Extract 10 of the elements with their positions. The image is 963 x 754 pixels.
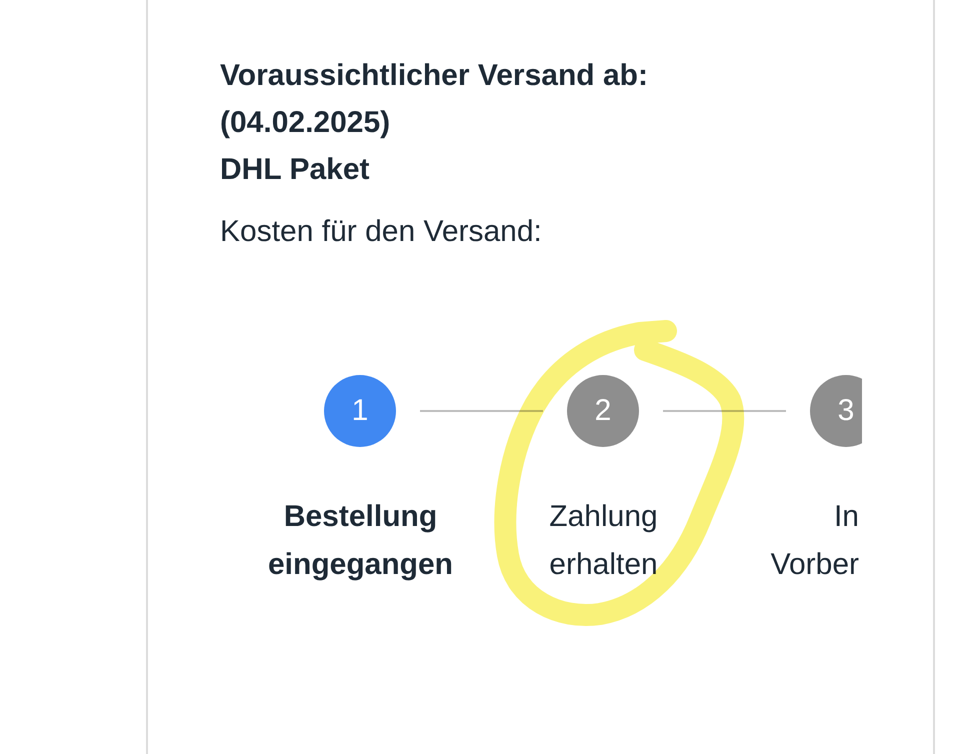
- step-number: 2: [567, 375, 639, 447]
- shipping-estimate-label: Voraussichtlicher Versand ab:: [220, 58, 648, 94]
- step-number: 3: [810, 375, 862, 447]
- carrier-name: DHL Paket: [220, 152, 370, 188]
- shipping-date: (04.02.2025): [220, 105, 390, 141]
- step-number: 1: [324, 375, 396, 447]
- step-label: In Vorber: [770, 499, 859, 583]
- step-label: Zahlung erhalten: [549, 499, 658, 583]
- shipping-cost-label: Kosten für den Versand:: [220, 214, 542, 250]
- step-label: Bestellung eingegangen: [268, 499, 454, 583]
